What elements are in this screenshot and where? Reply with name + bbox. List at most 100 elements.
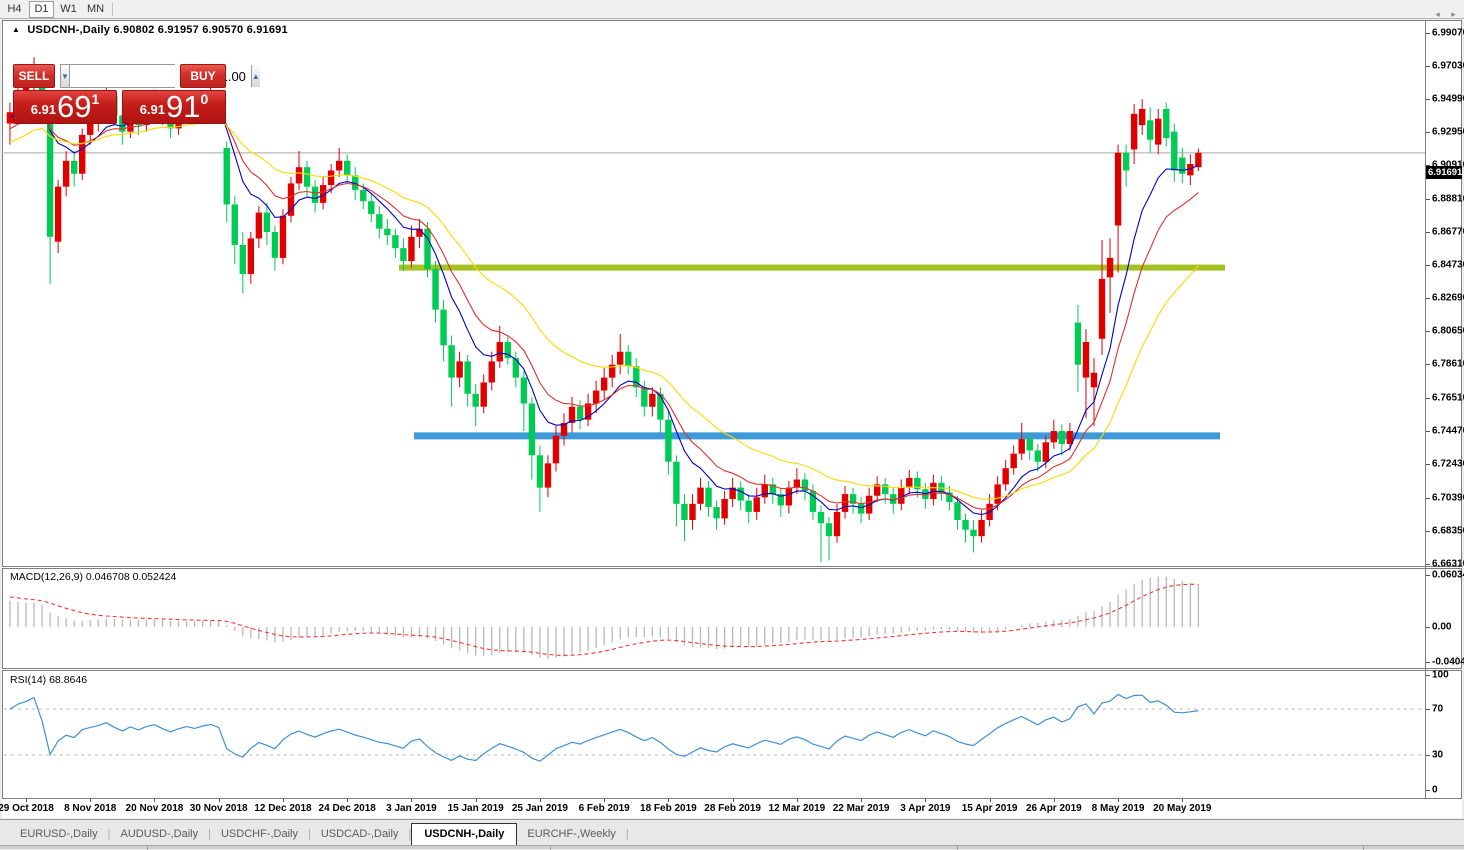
chart-title: ▲ USDCNH-,Daily 6.90802 6.91957 6.90570 … [12,24,288,36]
macd-pane[interactable] [4,569,1425,668]
bull-candle [785,487,793,506]
bull-candle [488,361,495,383]
timeframe-button-h4[interactable]: H4 [2,1,27,18]
bear-candle [528,403,536,456]
sell-price-pip: 1 [91,91,100,107]
bull-candle [54,186,62,242]
bear-candle [311,186,319,203]
date-axis-tick [925,799,927,802]
bull-candle [1138,108,1146,126]
bear-candle [657,393,664,420]
bull-candle [753,497,760,512]
axis-tick [1426,755,1430,756]
strip-divider [1363,846,1364,850]
price-axis-label: 6.86770 [1432,226,1464,238]
bull-candle [279,215,287,258]
tab-eurchf-weekly[interactable]: EURCHF-,Weekly [517,824,625,845]
axis-tick [1426,431,1430,433]
bear-candle [263,212,271,232]
volume-decrease-icon[interactable]: ▼ [61,65,70,87]
tab-usdchf-daily[interactable]: USDCHF-,Daily [211,824,308,845]
date-axis-tick [90,799,92,802]
tab-eurusd-daily[interactable]: EURUSD-,Daily [10,824,108,845]
tab-scroll-left-icon[interactable]: ◂ [1431,7,1444,21]
price-axis-label: 6.66310 [1432,558,1464,570]
bear-candle [223,147,230,205]
volume-increase-icon[interactable]: ▲ [250,65,260,87]
bull-candle [689,503,696,520]
timeframe-button-w1[interactable]: W1 [56,1,81,18]
bull-candle [1010,453,1017,469]
sell-price-button[interactable]: 6.91 69 1 [13,90,117,124]
bull-candle [408,236,415,262]
tab-usdcad-daily[interactable]: USDCAD-,Daily [311,824,409,845]
date-axis-tick [1182,799,1184,802]
bear-candle [400,248,407,262]
price-axis-label: 6.72430 [1432,458,1464,470]
bear-candle [817,511,825,524]
bull-candle [617,351,624,365]
tab-scroll-right-icon[interactable]: ▸ [1447,7,1460,21]
price-axis-label: 6.97030 [1432,60,1464,72]
date-axis-tick [154,799,156,802]
tab-audusd-daily[interactable]: AUDUSD-,Daily [110,824,208,845]
bear-candle [432,269,439,310]
bear-candle [745,500,752,512]
toolbar-separator [112,2,113,16]
bear-candle [1179,157,1186,174]
bull-candle [1155,118,1162,145]
rsi-pane[interactable] [4,671,1425,798]
axis-tick [1426,132,1430,134]
bear-candle [954,502,961,520]
axis-tick [1426,298,1430,300]
bear-candle [472,393,479,407]
price-axis-label: 6.74470 [1432,425,1464,437]
bull-candle [1106,257,1114,278]
bear-candle [962,520,969,530]
quote-low: 6.90570 [202,24,244,36]
axis-tick [1426,398,1430,400]
bull-candle [544,463,552,488]
bear-candle [536,455,544,488]
buy-button[interactable]: BUY [180,64,226,88]
buy-price-button[interactable]: 6.91 91 0 [122,90,226,124]
date-axis[interactable]: 29 Oct 2018 8 Nov 2018 20 Nov 2018 30 Nov 2… [0,798,1462,818]
bear-candle [1163,108,1170,139]
bull-candle [793,479,801,488]
price-axis-label: 6.70390 [1432,492,1464,503]
date-axis-tick [668,799,670,802]
bear-candle [239,244,247,275]
bull-candle [79,134,86,174]
bear-candle [641,387,648,407]
bear-candle [673,461,680,504]
bear-candle [970,529,977,537]
bear-candle [825,523,833,537]
bull-candle [1130,113,1138,150]
sell-button[interactable]: SELL [13,64,55,88]
quote-open: 6.90802 [113,24,155,36]
timeframe-button-mn[interactable]: MN [83,1,108,18]
axis-tick [1426,563,1430,565]
collapse-panel-icon[interactable]: ▲ [12,25,20,34]
bear-candle [448,345,455,378]
rsi-axis-label: 100 [1432,669,1449,680]
bull-candle [978,520,985,537]
axis-tick [1426,574,1430,576]
axis-tick [1426,66,1430,68]
bull-candle [480,382,487,407]
bear-candle [392,235,399,249]
axis-tick [1426,674,1430,676]
bull-candle [1090,372,1098,388]
axis-tick [1426,464,1430,466]
resistance-line[interactable] [399,264,1225,271]
timeframe-button-d1[interactable]: D1 [29,0,54,18]
bear-candle [231,204,238,245]
rsi-line [9,693,1199,762]
chart-window: ▲ USDCNH-,Daily 6.90802 6.91957 6.90570 … [0,20,1464,818]
bear-candle [440,309,447,346]
bear-candle [737,487,744,501]
buy-price-big: 91 [166,89,201,124]
tab-usdcnh-daily[interactable]: USDCNH-,Daily [411,823,518,846]
bull-candle [592,390,600,404]
bear-candle [1034,450,1041,462]
